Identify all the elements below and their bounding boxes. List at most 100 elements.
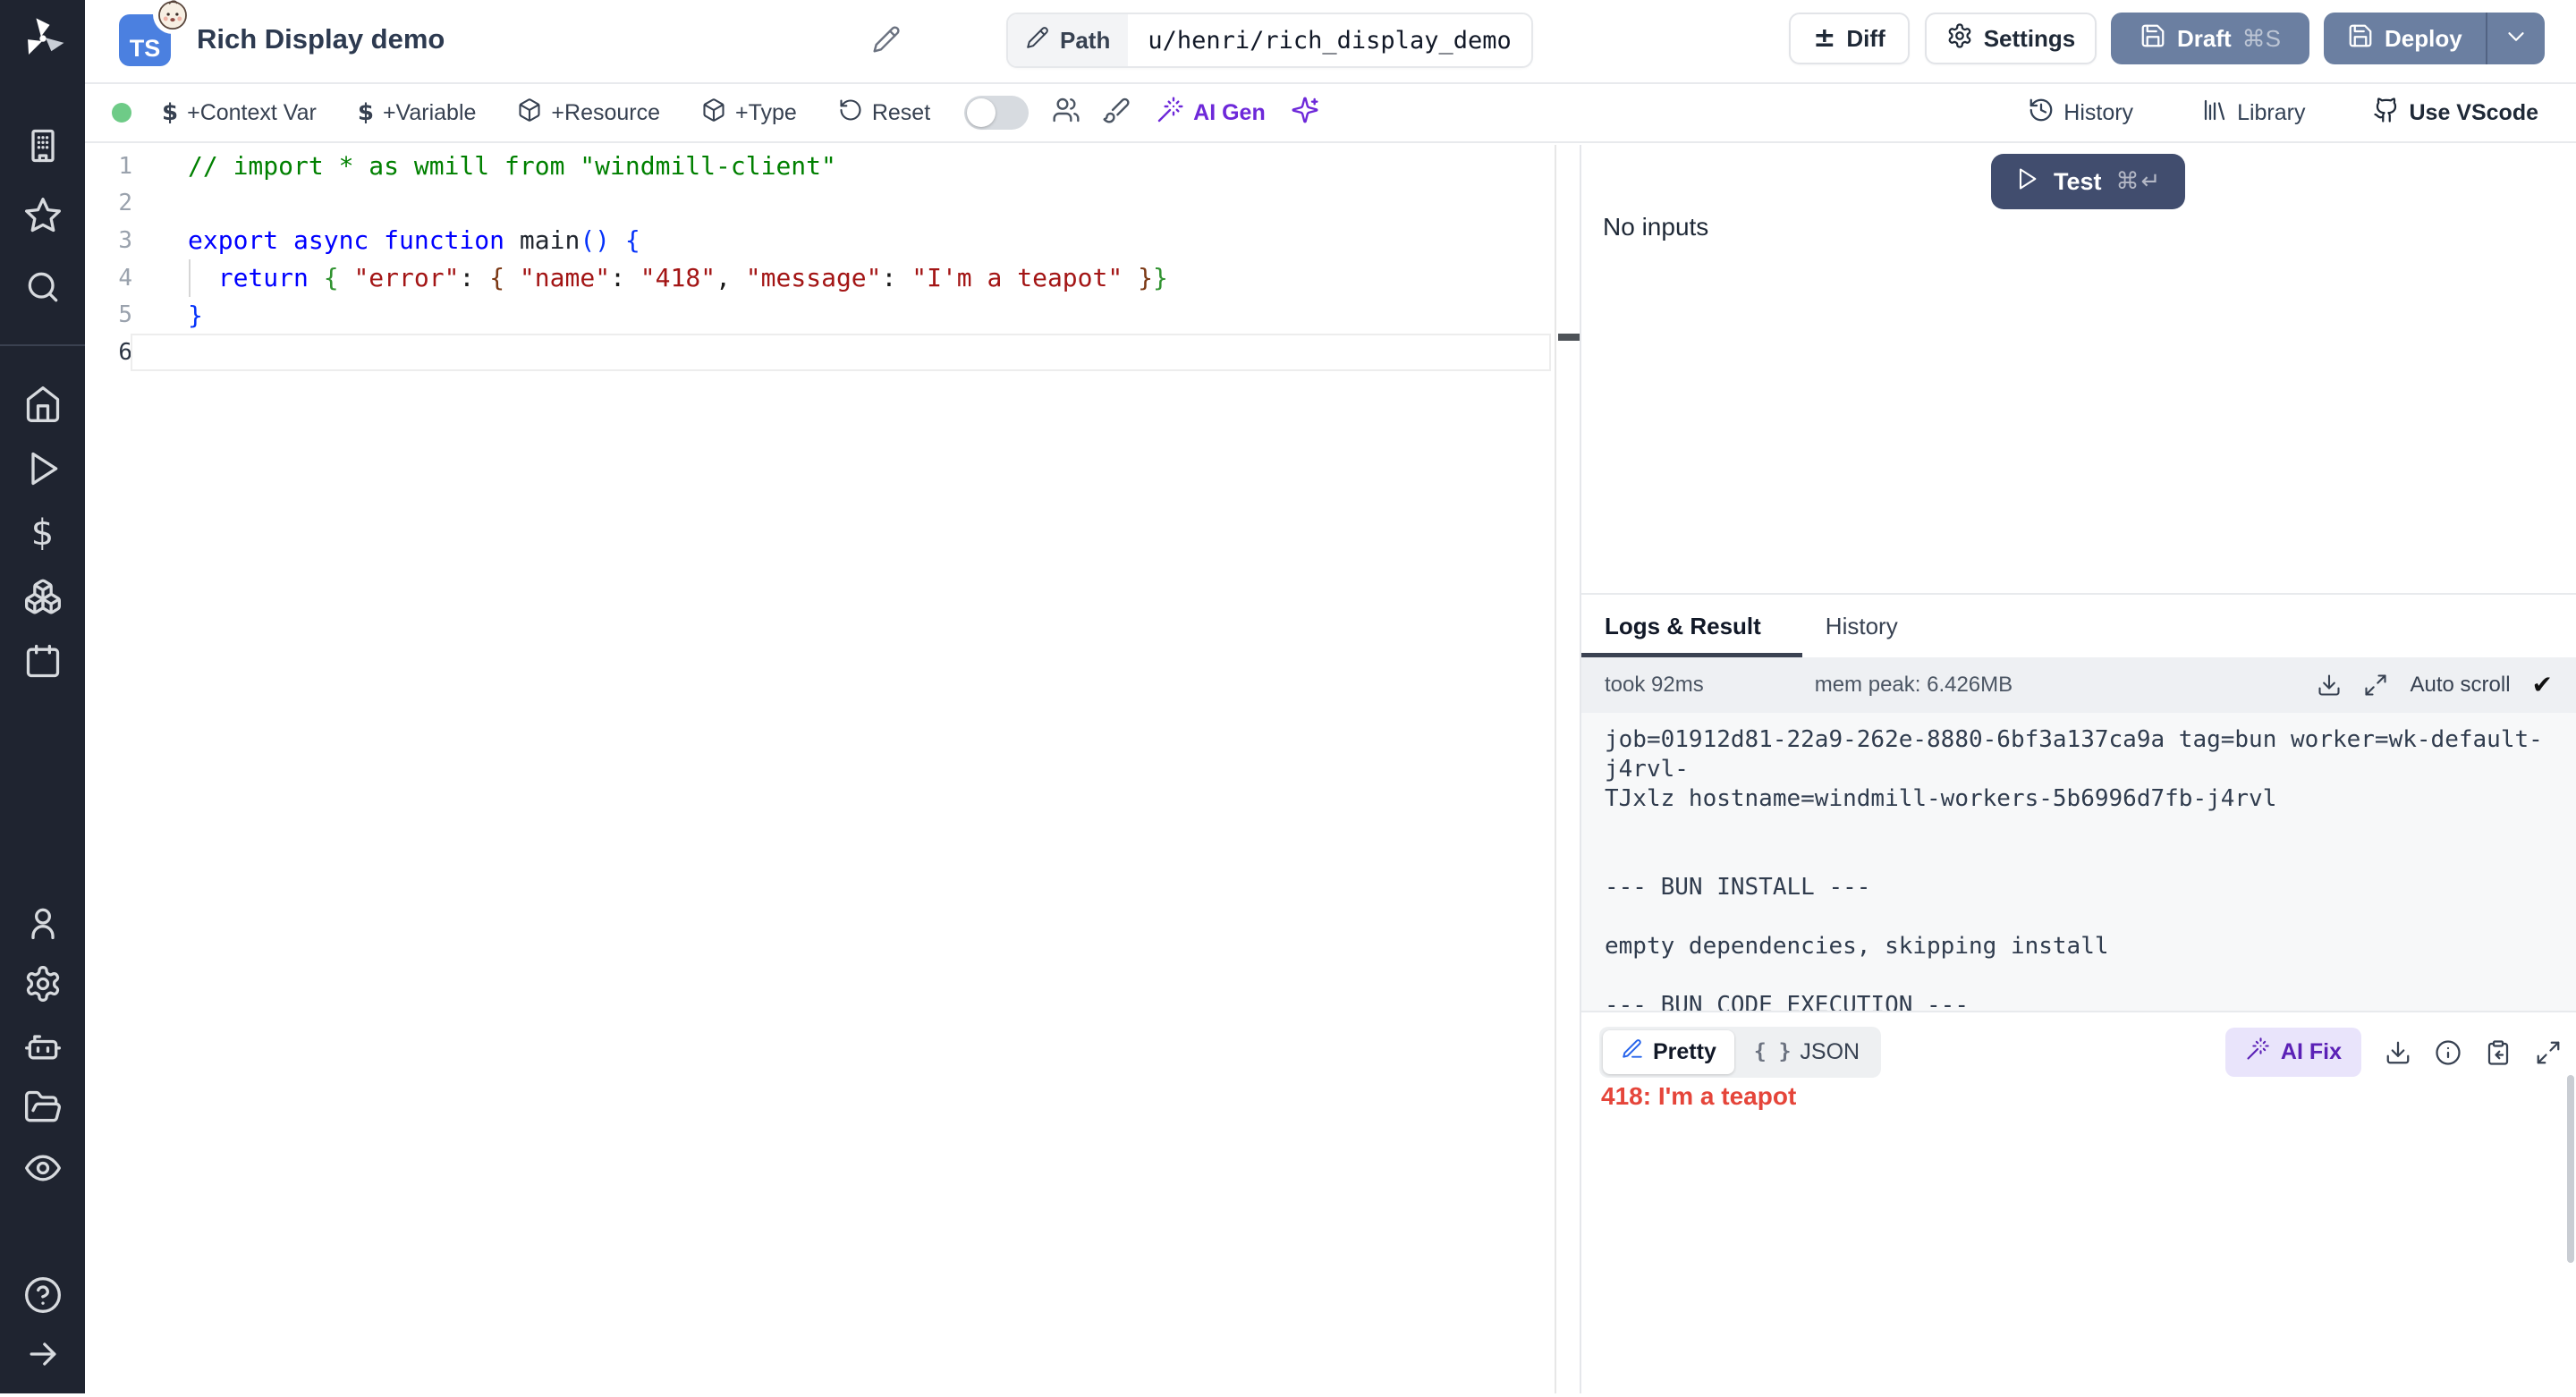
toolbar-reset-button[interactable]: Reset — [824, 90, 945, 136]
windmill-logo-icon[interactable] — [20, 14, 66, 65]
auto-scroll-check-icon: ✔ — [2532, 673, 2553, 698]
run-status-bar: took 92ms mem peak: 6.426MB Auto scroll … — [1581, 657, 2576, 713]
toggle-knob — [967, 98, 996, 127]
code-line[interactable]: 3export async function main() { — [85, 222, 1580, 259]
result-scrollbar[interactable] — [2567, 1075, 2574, 1263]
toolbar-type-button[interactable]: +Type — [687, 90, 811, 136]
path-label: Path — [1060, 27, 1110, 55]
code-line[interactable]: 6 — [85, 334, 1580, 371]
diff-button[interactable]: ± Diff — [1789, 13, 1910, 64]
result-actions: AI Fix — [2225, 1028, 2562, 1077]
line-number: 5 — [85, 301, 132, 328]
package-icon — [701, 97, 726, 129]
toolbar-history-button[interactable]: History — [2013, 89, 2148, 137]
users-icon — [1052, 96, 1080, 131]
deploy-dropdown-button[interactable] — [2486, 13, 2545, 64]
baby-emoji-icon — [153, 0, 192, 34]
path-value[interactable]: u/henri/rich_display_demo — [1128, 14, 1530, 66]
copy-result-icon[interactable] — [2485, 1039, 2512, 1066]
plus-minus-icon: ± — [1813, 25, 1835, 52]
expand-result-icon[interactable] — [2535, 1039, 2562, 1066]
variables-dollar-icon[interactable]: $ — [22, 512, 64, 554]
toolbar-item-label: +Type — [735, 100, 797, 126]
chevron-down-icon — [2503, 23, 2529, 55]
runs-play-icon[interactable] — [22, 448, 64, 489]
info-icon[interactable] — [2435, 1039, 2462, 1066]
history-icon — [2028, 97, 2055, 130]
deploy-button-group: Deploy — [2324, 13, 2545, 64]
draft-button[interactable]: Draft ⌘S — [2111, 13, 2309, 64]
sidebar-divider — [0, 344, 85, 346]
line-number: 4 — [85, 265, 132, 292]
toolbar-variable-button[interactable]: $+Variable — [343, 93, 491, 133]
expand-arrow-icon[interactable] — [22, 1334, 64, 1375]
schedules-calendar-icon[interactable] — [22, 640, 64, 682]
ai-sparkles-button[interactable] — [1280, 89, 1330, 138]
indent-guide — [189, 259, 191, 297]
code-editor[interactable]: 1// import * as wmill from "windmill-cli… — [85, 145, 1580, 1393]
test-shortcut: ⌘↵ — [2116, 168, 2163, 195]
expand-logs-icon[interactable] — [2363, 673, 2388, 698]
toolbar-item-label: +Variable — [383, 100, 476, 126]
editor-overview-ruler[interactable] — [1555, 145, 1581, 1393]
code-line[interactable]: 4 return { "error": { "name": "418", "me… — [85, 259, 1580, 297]
sidebar: $ — [0, 0, 85, 1393]
settings-button-label: Settings — [1984, 25, 2076, 53]
tab-history[interactable]: History — [1802, 595, 1939, 657]
json-tab[interactable]: { } JSON — [1736, 1030, 1877, 1074]
home-icon[interactable] — [22, 384, 64, 425]
favorites-star-icon[interactable] — [22, 195, 64, 236]
log-actions: Auto scroll ✔ — [2317, 673, 2553, 698]
multiplayer-users-icon[interactable] — [1041, 89, 1091, 138]
settings-button[interactable]: Settings — [1925, 13, 2097, 64]
page-title: Rich Display demo — [197, 23, 445, 55]
code-line-content: // import * as wmill from "windmill-clie… — [188, 151, 836, 181]
draft-button-label: Draft — [2177, 25, 2232, 53]
audit-eye-icon[interactable] — [22, 1147, 64, 1189]
brush-icon — [1102, 96, 1131, 131]
code-line-content: export async function main() { — [188, 225, 640, 255]
deploy-button-label: Deploy — [2385, 25, 2462, 53]
toolbar-item-label: History — [2063, 100, 2133, 126]
toolbar-library-button[interactable]: Library — [2187, 89, 2319, 137]
ai-gen-button[interactable]: AI Gen — [1141, 89, 1280, 138]
toolbar-item-label: Reset — [872, 100, 930, 126]
path-control[interactable]: Path u/henri/rich_display_demo — [1006, 13, 1533, 68]
pretty-tab[interactable]: Pretty — [1603, 1030, 1734, 1074]
resources-boxes-icon[interactable] — [22, 576, 64, 617]
line-number: 6 — [85, 339, 132, 366]
help-icon[interactable] — [22, 1274, 64, 1316]
folders-icon[interactable] — [22, 1087, 64, 1128]
draft-shortcut: ⌘S — [2242, 25, 2281, 53]
mem-peak: mem peak: 6.426MB — [1815, 673, 2012, 698]
code-line[interactable]: 1// import * as wmill from "windmill-cli… — [85, 148, 1580, 185]
code-line[interactable]: 2 — [85, 185, 1580, 223]
ai-fix-button[interactable]: AI Fix — [2225, 1028, 2361, 1077]
workers-robot-icon[interactable] — [22, 1026, 64, 1067]
user-icon[interactable] — [22, 902, 64, 944]
line-number: 2 — [85, 190, 132, 216]
path-label-segment[interactable]: Path — [1008, 14, 1128, 66]
workspace-icon[interactable] — [22, 125, 64, 166]
diff-mode-toggle[interactable] — [964, 96, 1029, 130]
gear-icon — [1946, 22, 1973, 55]
toolbar-resource-button[interactable]: +Resource — [503, 90, 674, 136]
settings-gear-icon[interactable] — [22, 963, 64, 1004]
download-logs-icon[interactable] — [2317, 673, 2342, 698]
result-controls: Pretty { } JSON AI Fix — [1599, 1027, 2562, 1078]
download-result-icon[interactable] — [2385, 1039, 2411, 1066]
test-button[interactable]: Test ⌘↵ — [1991, 154, 2185, 209]
toolbar-use-vscode-button[interactable]: Use VScode — [2359, 89, 2553, 137]
top-bar: TS Rich Display demo Path u/henri/rich_d… — [85, 0, 2576, 84]
wand-icon — [2245, 1037, 2270, 1068]
toolbar-context-var-button[interactable]: $+Context Var — [148, 93, 331, 133]
edit-summary-pencil-icon[interactable] — [872, 25, 901, 58]
tab-logs-result[interactable]: Logs & Result — [1581, 595, 1802, 657]
code-line[interactable]: 5} — [85, 296, 1580, 334]
deploy-button[interactable]: Deploy — [2324, 13, 2486, 64]
auto-scroll-label[interactable]: Auto scroll — [2410, 673, 2510, 698]
typescript-badge-label: TS — [130, 35, 161, 63]
wand-icon — [1156, 96, 1184, 131]
format-code-brush-icon[interactable] — [1091, 89, 1141, 138]
search-icon[interactable] — [22, 267, 64, 308]
